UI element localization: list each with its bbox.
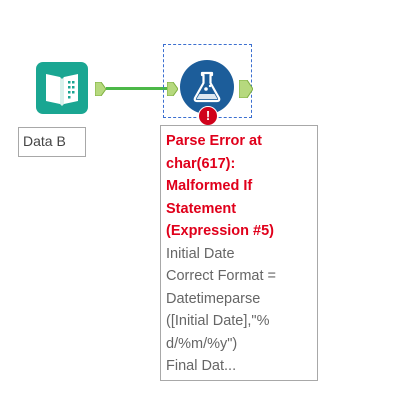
expression-line: ([Initial Date],"%: [166, 313, 270, 329]
book-input-icon: [46, 74, 78, 106]
connection-line[interactable]: [106, 87, 170, 90]
expression-line: Correct Format =: [166, 268, 276, 284]
input-data-tool[interactable]: [36, 62, 88, 114]
error-message-line: char(617):: [166, 155, 236, 172]
expression-line: Final Dat...: [166, 358, 237, 374]
tool-annotation: Parse Error at char(617): Malformed If S…: [160, 125, 318, 381]
expression-line: Datetimeparse: [166, 290, 261, 307]
error-message-line: Parse Error at: [166, 133, 262, 149]
error-message-line: Statement: [166, 200, 237, 217]
expression-line: Initial Date: [166, 245, 235, 262]
error-message-line: Malformed If: [166, 178, 253, 194]
output-anchor[interactable]: [95, 82, 106, 96]
workflow-canvas[interactable]: ! Data B Parse Error at char(617): Malfo…: [0, 0, 411, 419]
tool-label-text: Data B: [23, 133, 66, 149]
error-icon: !: [198, 106, 218, 126]
flask-icon: [193, 71, 221, 103]
expression-line: d/%m/%y"): [166, 335, 238, 352]
tool-label: Data B: [18, 127, 86, 157]
output-anchor[interactable]: [239, 80, 253, 98]
error-message-line: (Expression #5): [166, 223, 274, 239]
